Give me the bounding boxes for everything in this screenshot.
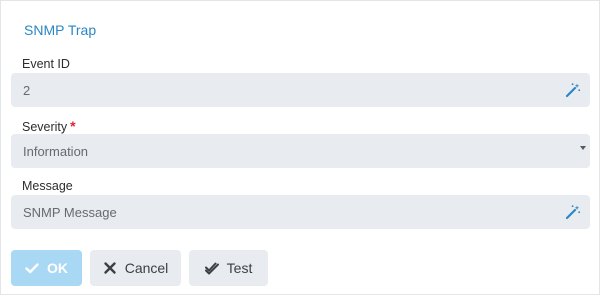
double-check-icon — [204, 262, 219, 275]
required-asterisk: * — [70, 118, 76, 134]
dialog-title: SNMP Trap — [24, 22, 97, 38]
message-value: SNMP Message — [23, 204, 117, 220]
magic-wand-icon[interactable] — [565, 82, 581, 98]
chevron-down-icon[interactable] — [580, 146, 586, 150]
message-field[interactable]: SNMP Message — [11, 195, 590, 229]
severity-label: Severity * — [22, 118, 76, 134]
severity-value: Information — [23, 143, 89, 159]
severity-select[interactable]: Information — [11, 134, 590, 168]
close-icon — [104, 262, 116, 274]
ok-button-label: OK — [47, 260, 68, 276]
event-id-label: Event ID — [22, 57, 70, 71]
message-label: Message — [22, 179, 73, 193]
ok-button[interactable]: OK — [11, 250, 82, 286]
event-id-value: 2 — [23, 82, 31, 98]
test-button[interactable]: Test — [189, 250, 268, 286]
cancel-button[interactable]: Cancel — [90, 250, 181, 286]
test-button-label: Test — [226, 260, 253, 276]
event-id-field[interactable]: 2 — [11, 73, 590, 107]
snmp-trap-dialog: SNMP Trap Event ID 2 Severity * Informati… — [0, 0, 600, 295]
cancel-button-label: Cancel — [124, 260, 169, 276]
magic-wand-icon[interactable] — [565, 204, 581, 220]
check-icon — [25, 263, 39, 274]
severity-label-text: Severity — [22, 120, 68, 134]
